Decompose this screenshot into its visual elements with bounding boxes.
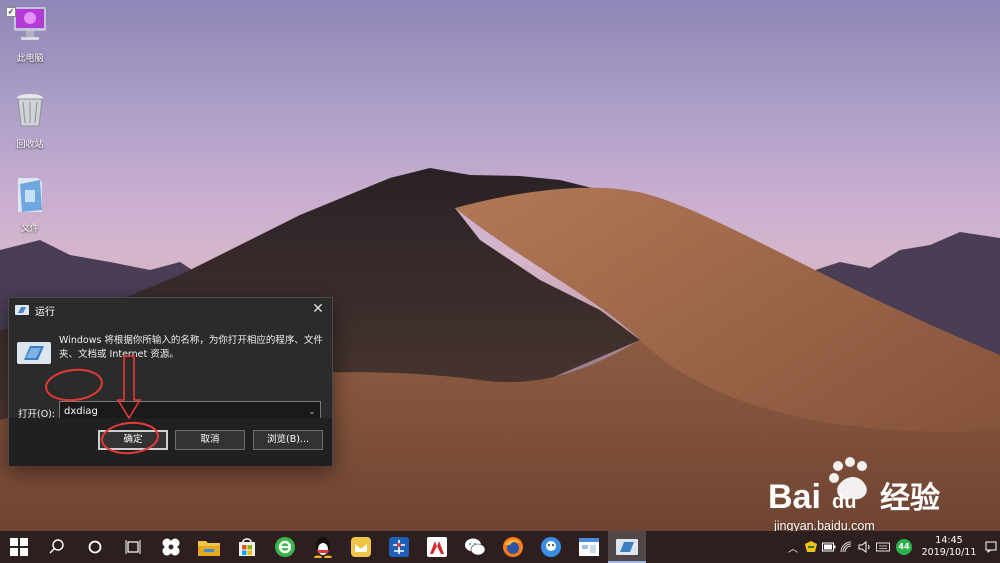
clock-date: 2019/10/11 [921,547,977,558]
tray-notification-badge[interactable]: 44 [892,531,916,563]
cloud-app-icon [541,537,561,557]
task-view-button[interactable] [114,531,152,563]
baidu-logo-icon: Bai du 经验 [768,457,940,516]
taskbar-app-firefox[interactable] [494,531,532,563]
cortana-button[interactable] [76,531,114,563]
folder-icon [18,178,42,212]
keyboard-icon [876,542,890,552]
close-button[interactable]: ✕ [304,298,332,322]
store-icon [239,538,255,556]
tray-volume[interactable] [856,531,874,563]
desktop-icon-folder[interactable]: 文件 [0,174,60,234]
search-icon [49,539,64,554]
command-input[interactable]: dxdiag [60,406,304,417]
badge-count: 44 [896,539,912,555]
ok-button[interactable]: 确定 [98,430,168,450]
pdf-app-icon [427,537,447,557]
taskbar-app-calendar[interactable] [570,531,608,563]
taskbar-app-ie-browser[interactable] [266,531,304,563]
run-large-icon [17,342,51,364]
taskbar-app-network-tool[interactable] [380,531,418,563]
notification-icon [985,541,997,553]
qq-icon [314,537,332,558]
system-tray: ︿ 44 14:45 2019/10/11 [784,531,1000,563]
network-tool-icon [389,537,409,557]
computer-monitor-icon [14,7,46,40]
dialog-titlebar[interactable]: 运行 ✕ [9,298,332,322]
desktop-icon-label: 此电脑 [16,54,44,64]
calendar-app-icon [579,538,599,556]
search-button[interactable] [38,531,76,563]
cancel-button[interactable]: 取消 [175,430,245,450]
tray-input-method[interactable] [874,531,892,563]
svg-text:du: du [832,491,856,513]
tray-network[interactable] [838,531,856,563]
desktop-icon-recycle-bin[interactable]: 回收站 [0,90,60,150]
watermark-brand: Bai [768,478,821,516]
wifi-icon [840,541,852,553]
selection-check-icon: ✓ [6,7,16,17]
dialog-footer: 确定 取消 浏览(B)... [9,418,332,466]
desktop-icon-this-pc[interactable]: ✓ 此电脑 [0,4,60,64]
run-app-icon [15,305,29,315]
task-view-icon [125,540,141,554]
taskbar-clock[interactable]: 14:45 2019/10/11 [916,535,982,559]
desktop-icon-label: 文件 [20,224,39,234]
tray-battery[interactable] [820,531,838,563]
show-hidden-icons-button[interactable]: ︿ [784,531,802,563]
svg-text:经验: 经验 [880,481,940,516]
dialog-body: Windows 将根据你所输入的名称，为你打开相应的程序、文件夹、文档或 Int… [9,322,332,421]
dialog-title: 运行 [35,306,55,318]
taskbar-app-wechat[interactable] [456,531,494,563]
firefox-icon [503,537,523,557]
recycle-bin-icon [17,94,43,127]
tray-security-app[interactable] [802,531,820,563]
taskbar-app-qq[interactable] [304,531,342,563]
mail-app-icon [351,537,371,557]
cortana-icon [88,540,102,554]
run-dialog-icon [616,539,638,555]
ie-browser-icon [275,537,295,557]
start-button[interactable] [0,531,38,563]
wechat-icon [465,538,486,556]
browse-button[interactable]: 浏览(B)... [253,430,323,450]
desktop-icon-label: 回收站 [16,140,44,150]
file-explorer-icon [198,541,220,556]
pinwheel-icon [162,538,180,556]
clock-time: 14:45 [935,535,963,546]
taskbar-app-pdf[interactable] [418,531,456,563]
taskbar-app-cloud[interactable] [532,531,570,563]
action-center-button[interactable] [982,531,1000,563]
chevron-down-icon[interactable]: ⌄ [304,407,320,416]
taskbar: ︿ 44 14:45 2019/10/11 [0,531,1000,563]
speaker-icon [858,541,870,553]
taskbar-app-pinwheel[interactable] [152,531,190,563]
dialog-description: Windows 将根据你所输入的名称，为你打开相应的程序、文件夹、文档或 Int… [59,335,323,360]
taskbar-app-mail[interactable] [342,531,380,563]
chevron-up-icon: ︿ [788,543,798,555]
taskbar-app-file-explorer[interactable] [190,531,228,563]
taskbar-app-store[interactable] [228,531,266,563]
taskbar-app-run-dialog[interactable] [608,531,646,563]
start-icon [10,538,28,556]
security-shield-icon [805,541,817,552]
run-dialog: 运行 ✕ Windows 将根据你所输入的名称，为你打开相应的程序、文件夹、文档… [8,297,333,466]
battery-icon [822,542,836,552]
